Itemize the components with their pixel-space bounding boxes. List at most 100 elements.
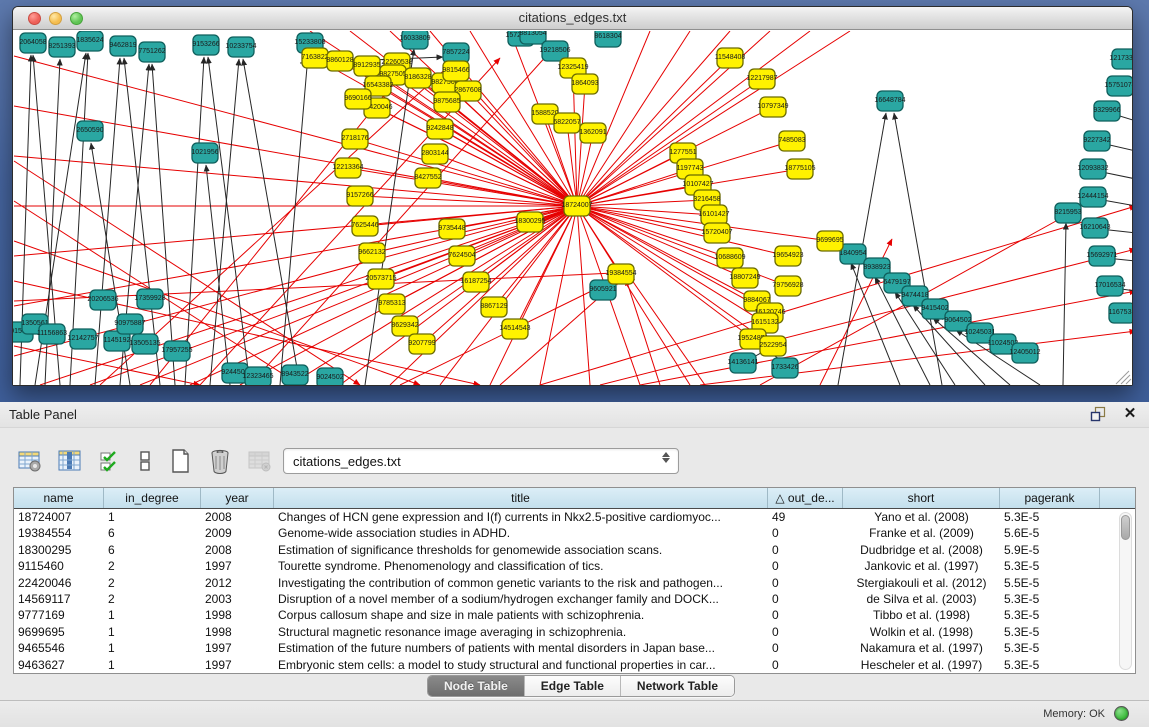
- citation-network-graph[interactable]: 2064058 8251393 1835624 9462819 7751262 …: [13, 31, 1132, 385]
- graph-node[interactable]: 1835624: [76, 31, 103, 51]
- graph-node[interactable]: 12173304: [1109, 49, 1132, 69]
- graph-node[interactable]: 13505135: [129, 334, 160, 354]
- graph-node[interactable]: 2064058: [19, 33, 46, 53]
- column-header-year[interactable]: year: [201, 488, 274, 508]
- graph-node[interactable]: 9815466: [442, 61, 469, 81]
- table-row[interactable]: 946362711997Embryonic stem cells: a mode…: [14, 657, 1135, 673]
- graph-node[interactable]: 16101427: [698, 205, 729, 225]
- graph-node[interactable]: 9699695: [816, 231, 843, 251]
- graph-node[interactable]: 12093832: [1077, 159, 1108, 179]
- graph-node[interactable]: 9153266: [192, 35, 219, 55]
- graph-node[interactable]: 2522954: [759, 336, 786, 356]
- graph-node[interactable]: 12444154: [1077, 187, 1108, 207]
- graph-node[interactable]: 8186328: [404, 68, 431, 88]
- graph-node[interactable]: 8867129: [480, 297, 507, 317]
- graph-node[interactable]: 8618304: [594, 31, 621, 47]
- graph-node[interactable]: 1167533: [1109, 303, 1132, 323]
- graph-node[interactable]: 9242848: [426, 119, 453, 139]
- column-header-name[interactable]: name: [14, 488, 104, 508]
- import-table-icon[interactable]: [246, 447, 274, 475]
- graph-node[interactable]: 18775105: [784, 159, 815, 179]
- table-scrollbar[interactable]: [1119, 512, 1132, 670]
- graph-node[interactable]: 8813054: [519, 31, 546, 44]
- selection-mode-icon[interactable]: [96, 447, 124, 475]
- graph-node[interactable]: 17957255: [161, 341, 192, 361]
- table-row[interactable]: 1830029562008Estimation of significance …: [14, 542, 1135, 558]
- graph-node[interactable]: 7857224: [442, 43, 469, 63]
- graph-node[interactable]: 9157266: [346, 186, 373, 206]
- table-row[interactable]: 1938455462009Genome-wide association stu…: [14, 525, 1135, 541]
- graph-node[interactable]: 2650590: [76, 121, 103, 141]
- graph-node[interactable]: 12405012: [1009, 343, 1040, 363]
- graph-node[interactable]: 8629342: [391, 316, 418, 336]
- column-header-short[interactable]: short: [843, 488, 1000, 508]
- table-row[interactable]: 977716911998Corpus callosum shape and si…: [14, 607, 1135, 623]
- graph-node[interactable]: 9227342: [1083, 131, 1110, 151]
- graph-node[interactable]: 17359928: [134, 289, 165, 309]
- graph-node[interactable]: 9662132: [358, 243, 385, 263]
- delete-column-icon[interactable]: [206, 447, 234, 475]
- close-button[interactable]: [28, 12, 41, 25]
- table-row[interactable]: 911546021997Tourette syndrome. Phenomeno…: [14, 558, 1135, 574]
- graph-node[interactable]: 9735448: [438, 219, 465, 239]
- float-panel-icon[interactable]: [1089, 405, 1107, 423]
- memory-status-icon[interactable]: [1114, 706, 1129, 721]
- table-row[interactable]: 1872400712008Changes of HCN gene express…: [14, 509, 1135, 525]
- graph-node[interactable]: 19654923: [772, 246, 803, 266]
- graph-node[interactable]: 6822057: [553, 113, 580, 133]
- graph-node[interactable]: 9785313: [378, 294, 405, 314]
- graph-node[interactable]: 8943522: [281, 365, 308, 385]
- graph-node[interactable]: 12213364: [332, 158, 363, 178]
- graph-node[interactable]: 15720407: [701, 223, 732, 243]
- graph-node[interactable]: 9462819: [109, 36, 136, 56]
- column-header-out_de[interactable]: △ out_de...: [768, 488, 843, 508]
- graph-node[interactable]: 9329966: [1093, 101, 1120, 121]
- tab-node-table[interactable]: Node Table: [428, 676, 525, 696]
- graph-node[interactable]: 12142757: [67, 329, 98, 349]
- graph-node[interactable]: 7485083: [778, 131, 805, 151]
- graph-node[interactable]: 17016534: [1094, 276, 1125, 296]
- graph-node[interactable]: 14136141: [727, 353, 758, 373]
- table-row[interactable]: 969969511998Structural magnetic resonanc…: [14, 624, 1135, 640]
- create-column-icon[interactable]: [166, 447, 194, 475]
- graph-node[interactable]: 9690166: [344, 89, 371, 109]
- graph-node[interactable]: 9024502: [316, 368, 343, 385]
- tab-network-table[interactable]: Network Table: [621, 676, 734, 696]
- graph-node[interactable]: 7625446: [351, 216, 378, 236]
- graph-node[interactable]: 10797349: [757, 97, 788, 117]
- zoom-button[interactable]: [70, 12, 83, 25]
- graph-node[interactable]: 10233754: [225, 37, 256, 57]
- graph-node[interactable]: 90975887: [114, 314, 145, 334]
- graph-node[interactable]: 16210643: [1079, 218, 1110, 238]
- graph-node[interactable]: 15692971: [1086, 246, 1117, 266]
- network-window-titlebar[interactable]: citations_edges.txt: [13, 7, 1132, 30]
- graph-node[interactable]: 18807249: [729, 268, 760, 288]
- graph-node[interactable]: 18724007: [561, 196, 592, 216]
- table-row[interactable]: 1456911722003Disruption of a novel membe…: [14, 591, 1135, 607]
- graph-node[interactable]: 16648784: [874, 91, 905, 111]
- graph-node[interactable]: 7163822: [301, 48, 328, 68]
- graph-node[interactable]: 19384554: [605, 264, 636, 284]
- graph-node[interactable]: 15751074: [1104, 76, 1132, 96]
- column-header-in_degree[interactable]: in_degree: [104, 488, 201, 508]
- graph-node[interactable]: 14514543: [499, 319, 530, 339]
- close-panel-icon[interactable]: ✕: [1121, 405, 1139, 423]
- graph-node[interactable]: 1733426: [771, 358, 798, 378]
- row-height-icon[interactable]: [136, 447, 154, 475]
- table-header-row[interactable]: namein_degreeyeartitle△ out_de...shortpa…: [14, 488, 1135, 509]
- graph-node[interactable]: 11156863: [37, 324, 67, 344]
- graph-node[interactable]: 8912935: [353, 56, 380, 76]
- graph-node[interactable]: 1362091: [579, 123, 606, 143]
- table-row[interactable]: 946554611997Estimation of the future num…: [14, 640, 1135, 656]
- tab-edge-table[interactable]: Edge Table: [525, 676, 621, 696]
- graph-node[interactable]: 16033809: [399, 31, 430, 49]
- minimize-button[interactable]: [49, 12, 62, 25]
- graph-node[interactable]: 20573715: [365, 269, 396, 289]
- table-row[interactable]: 2242004622012Investigating the contribut…: [14, 575, 1135, 591]
- graph-node[interactable]: 12323465: [242, 367, 273, 385]
- table-selector-dropdown[interactable]: citations_edges.txt: [283, 448, 679, 474]
- graph-node[interactable]: 11548408: [715, 48, 746, 68]
- graph-node[interactable]: 12217987: [746, 69, 777, 89]
- graph-node[interactable]: 2718176: [341, 129, 368, 149]
- graph-node[interactable]: 7624504: [448, 246, 475, 266]
